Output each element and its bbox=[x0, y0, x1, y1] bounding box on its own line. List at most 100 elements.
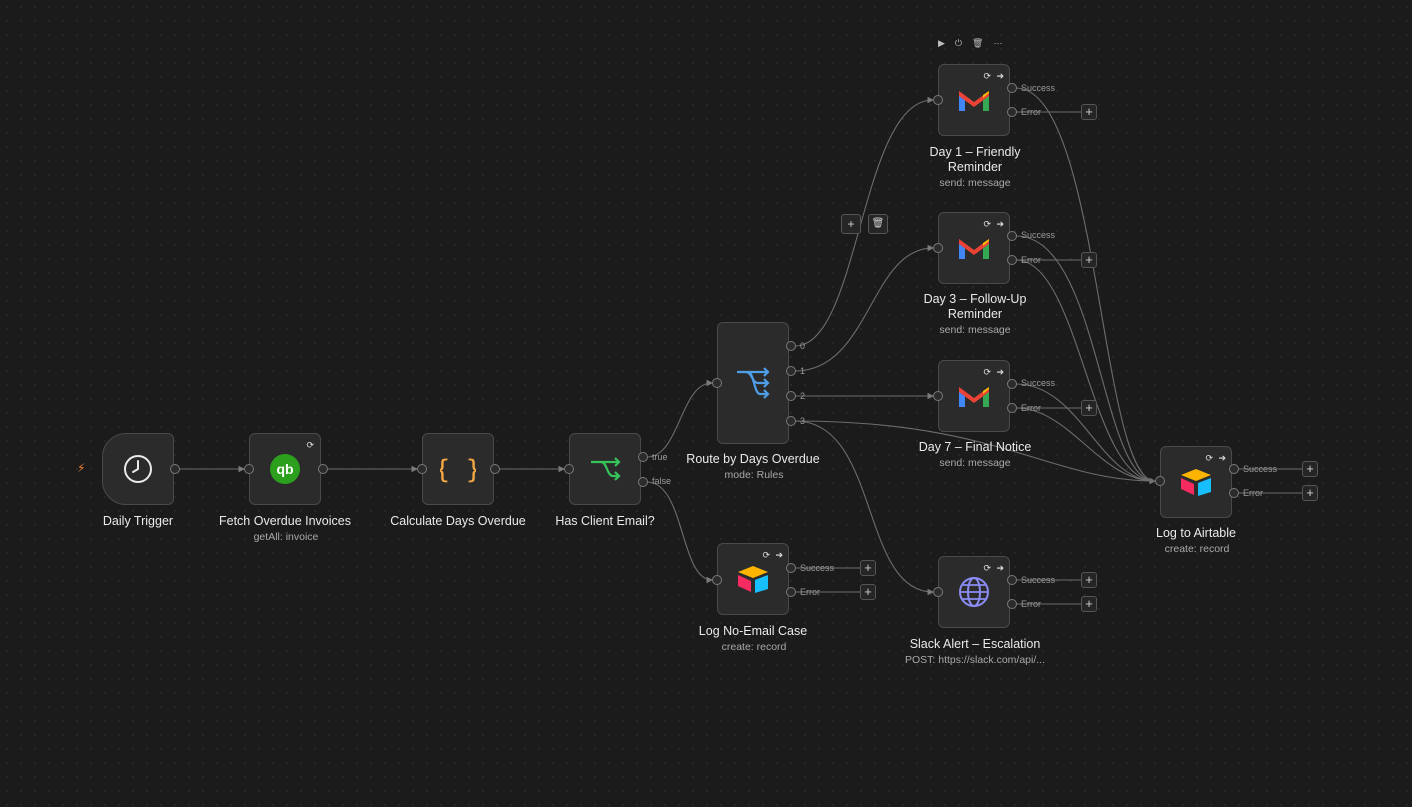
output-port-1[interactable] bbox=[786, 366, 796, 376]
output-port[interactable] bbox=[490, 464, 500, 474]
edge-true-route bbox=[646, 379, 714, 458]
arrow-right-icon: ➔ bbox=[996, 219, 1004, 229]
node-log-no-email-case[interactable]: ⟳ ➔ bbox=[717, 543, 789, 615]
input-port[interactable] bbox=[933, 243, 943, 253]
add-node-button[interactable]: + bbox=[1081, 252, 1097, 268]
switch-icon bbox=[737, 367, 770, 399]
output-port-error[interactable] bbox=[1007, 403, 1017, 413]
port-label-error: Error bbox=[1021, 107, 1041, 117]
port-label-error: Error bbox=[1243, 488, 1263, 498]
output-port-0[interactable] bbox=[786, 341, 796, 351]
branch-icon bbox=[591, 457, 621, 481]
add-node-button[interactable]: + bbox=[1302, 485, 1318, 501]
node-daily-trigger[interactable] bbox=[102, 433, 174, 505]
retry-icon: ⟳ bbox=[983, 563, 991, 573]
arrow-right-icon: ➔ bbox=[996, 563, 1004, 573]
retry-icon: ⟳ bbox=[1205, 453, 1213, 463]
output-port-true[interactable] bbox=[638, 452, 648, 462]
output-port-error[interactable] bbox=[1229, 488, 1239, 498]
output-port-error[interactable] bbox=[786, 587, 796, 597]
node-title: Has Client Email? bbox=[555, 514, 655, 528]
edge-false-noemail bbox=[646, 481, 714, 584]
port-label-2: 2 bbox=[800, 391, 806, 401]
arrow-right-icon: ➔ bbox=[996, 367, 1004, 377]
node-subtitle: mode: Rules bbox=[724, 469, 784, 481]
node-log-to-airtable[interactable]: ⟳ ➔ bbox=[1160, 446, 1232, 518]
deactivate-node-button[interactable]: ⏻ bbox=[955, 38, 962, 49]
node-title: Calculate Days Overdue bbox=[390, 514, 526, 528]
port-label-success: Success bbox=[1021, 83, 1056, 93]
output-port-success[interactable] bbox=[1007, 379, 1017, 389]
port-label-0: 0 bbox=[800, 341, 806, 351]
output-port-error[interactable] bbox=[1007, 107, 1017, 117]
add-node-button[interactable]: + bbox=[1302, 461, 1318, 477]
output-port-3[interactable] bbox=[786, 416, 796, 426]
retry-icon: ⟳ bbox=[983, 367, 991, 377]
node-title: Day 1 – Friendly Reminder bbox=[929, 145, 1021, 174]
add-node-button[interactable]: + bbox=[1081, 596, 1097, 612]
node-slack-alert-escalation[interactable]: ⟳ ➔ bbox=[938, 556, 1010, 628]
port-label-true: true bbox=[652, 452, 668, 462]
more-options-button[interactable]: ··· bbox=[993, 38, 1002, 49]
port-label-error: Error bbox=[1021, 403, 1041, 413]
node-day7-final-notice[interactable]: ⟳ ➔ bbox=[938, 360, 1010, 432]
retry-icon: ⟳ bbox=[983, 219, 991, 229]
gmail-icon bbox=[959, 239, 989, 259]
add-node-button[interactable]: + bbox=[860, 584, 876, 600]
node-subtitle: create: record bbox=[1164, 543, 1230, 555]
input-port[interactable] bbox=[564, 464, 574, 474]
trigger-bolt-icon: ⚡ bbox=[77, 461, 86, 475]
input-port[interactable] bbox=[933, 95, 943, 105]
globe-icon bbox=[959, 577, 989, 607]
output-port-success[interactable] bbox=[1007, 575, 1017, 585]
input-port[interactable] bbox=[1155, 476, 1165, 486]
add-node-button[interactable]: + bbox=[1081, 572, 1097, 588]
node-toolbar: ▶ ⏻ 🗑 ··· bbox=[938, 38, 1002, 49]
edge-delete-button[interactable]: 🗑 bbox=[868, 214, 888, 234]
retry-icon: ⟳ bbox=[983, 71, 991, 81]
output-port-error[interactable] bbox=[1007, 255, 1017, 265]
add-node-button[interactable]: + bbox=[1081, 400, 1097, 416]
node-subtitle: send: message bbox=[939, 177, 1011, 189]
input-port[interactable] bbox=[712, 575, 722, 585]
add-node-button[interactable]: + bbox=[860, 560, 876, 576]
clock-icon bbox=[124, 455, 152, 483]
input-port[interactable] bbox=[712, 378, 722, 388]
quickbooks-icon: qb bbox=[270, 454, 300, 484]
node-title: Daily Trigger bbox=[102, 514, 174, 528]
workflow-canvas[interactable]: ⚡ Daily Trigger ⟳ qb Fetch Overdue Invoi… bbox=[0, 0, 1412, 807]
node-day1-friendly-reminder[interactable]: ⟳ ➔ bbox=[938, 64, 1010, 136]
output-port[interactable] bbox=[318, 464, 328, 474]
output-port-success[interactable] bbox=[1229, 464, 1239, 474]
input-port[interactable] bbox=[417, 464, 427, 474]
delete-node-button[interactable]: 🗑 bbox=[972, 38, 983, 49]
node-fetch-overdue-invoices[interactable]: ⟳ qb bbox=[249, 433, 321, 505]
output-port[interactable] bbox=[170, 464, 180, 474]
port-label-success: Success bbox=[1021, 575, 1056, 585]
input-port[interactable] bbox=[244, 464, 254, 474]
node-route-by-days-overdue[interactable] bbox=[717, 322, 789, 444]
output-port-success[interactable] bbox=[1007, 231, 1017, 241]
node-calculate-days-overdue[interactable]: { } bbox=[422, 433, 494, 505]
code-braces-icon: { } bbox=[440, 455, 476, 485]
node-has-client-email[interactable] bbox=[569, 433, 641, 505]
svg-text:qb: qb bbox=[276, 461, 293, 477]
svg-text:{ }: { } bbox=[440, 455, 476, 485]
port-label-success: Success bbox=[1021, 378, 1056, 388]
output-port-2[interactable] bbox=[786, 391, 796, 401]
input-port[interactable] bbox=[933, 587, 943, 597]
retry-icon: ⟳ bbox=[762, 550, 770, 560]
input-port[interactable] bbox=[933, 391, 943, 401]
output-port-false[interactable] bbox=[638, 477, 648, 487]
output-port-error[interactable] bbox=[1007, 599, 1017, 609]
node-title: Log No-Email Case bbox=[698, 624, 808, 638]
node-title: Day 3 – Follow-Up Reminder bbox=[923, 292, 1027, 321]
airtable-icon bbox=[738, 566, 768, 593]
gmail-icon bbox=[959, 91, 989, 111]
add-node-button[interactable]: + bbox=[1081, 104, 1097, 120]
execute-node-button[interactable]: ▶ bbox=[938, 38, 945, 49]
node-day3-follow-up-reminder[interactable]: ⟳ ➔ bbox=[938, 212, 1010, 284]
output-port-success[interactable] bbox=[1007, 83, 1017, 93]
output-port-success[interactable] bbox=[786, 563, 796, 573]
edge-add-button[interactable]: + bbox=[841, 214, 861, 234]
